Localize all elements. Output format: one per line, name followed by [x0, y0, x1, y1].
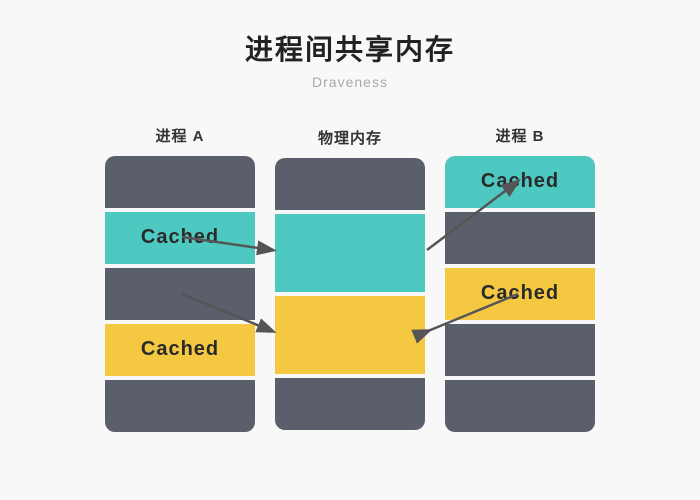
phys-block	[275, 158, 425, 430]
process-b-seg-0: Cached	[445, 156, 595, 208]
process-b-seg-2: Cached	[445, 268, 595, 320]
process-b-seg-1	[445, 212, 595, 264]
process-b-cached-yellow: Cached	[481, 282, 559, 305]
process-a-seg-3: Cached	[105, 324, 255, 376]
phys-label: 物理内存	[318, 127, 382, 148]
subtitle: Draveness	[312, 74, 388, 90]
process-a-seg-1: Cached	[105, 212, 255, 264]
process-a-seg-0	[105, 156, 255, 208]
process-a-column: 进程 A Cached Cached	[105, 125, 255, 432]
phys-seg-0	[275, 158, 425, 210]
process-a-cached-teal: Cached	[141, 226, 219, 249]
process-a-seg-4	[105, 380, 255, 432]
phys-seg-3	[275, 378, 425, 430]
process-b-seg-4	[445, 380, 595, 432]
process-a-label: 进程 A	[155, 125, 204, 146]
process-b-column: 进程 B Cached Cached	[445, 125, 595, 432]
phys-seg-1	[275, 214, 425, 292]
phys-seg-2	[275, 296, 425, 374]
process-b-seg-3	[445, 324, 595, 376]
process-b-label: 进程 B	[495, 125, 544, 146]
process-a-cached-yellow: Cached	[141, 338, 219, 361]
process-b-cached-teal: Cached	[481, 170, 559, 193]
process-a-seg-2	[105, 268, 255, 320]
diagram: 进程 A Cached Cached 物理内存	[30, 118, 670, 438]
process-a-block: Cached Cached	[105, 156, 255, 432]
process-b-block: Cached Cached	[445, 156, 595, 432]
phys-column: 物理内存	[275, 127, 425, 430]
page-title: 进程间共享内存	[245, 28, 455, 68]
